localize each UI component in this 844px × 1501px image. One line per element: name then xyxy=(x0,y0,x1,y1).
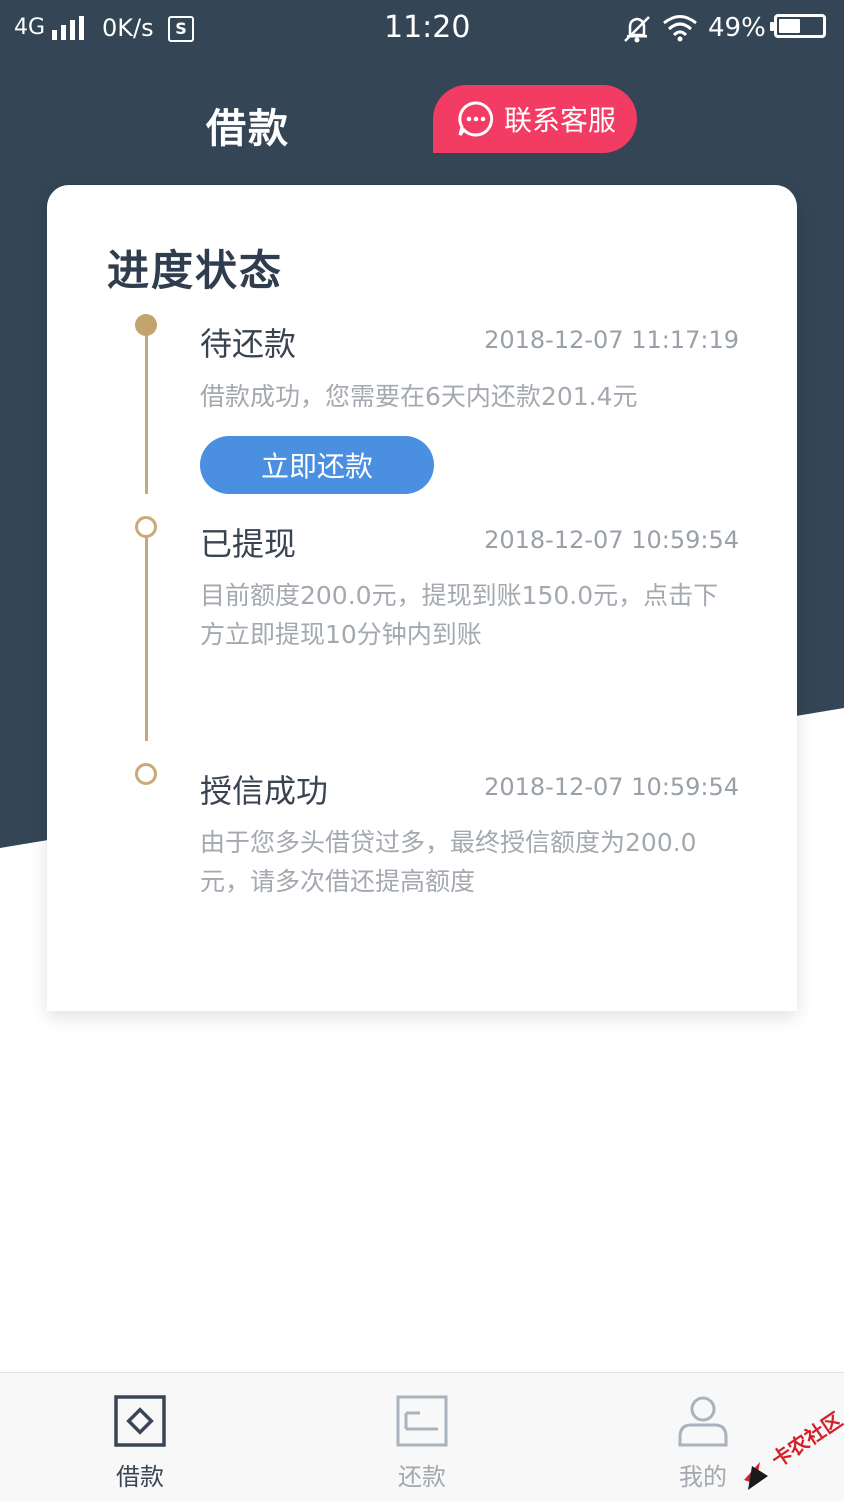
network-type: 4G xyxy=(14,15,46,40)
step-desc: 借款成功，您需要在6天内还款201.4元 xyxy=(200,382,638,411)
contact-service-label: 联系客服 xyxy=(504,104,617,137)
status-bar: 4G 0K/s S 11:20 49% xyxy=(0,0,844,58)
wifi-icon xyxy=(662,14,698,50)
timeline-dot-current xyxy=(135,314,157,336)
tab-label: 借款 xyxy=(116,1463,164,1491)
step-title: 待还款 xyxy=(200,325,297,363)
progress-card: 进度状态 待还款 2018-12-07 11:17:19 借款成功，您需要在6天… xyxy=(47,185,797,1011)
battery-percent: 49% xyxy=(708,13,766,43)
timeline-line-1 xyxy=(145,332,148,494)
signal-icon xyxy=(52,16,86,48)
user-icon xyxy=(677,1395,729,1447)
diamond-square-icon xyxy=(114,1395,166,1447)
step-desc: 目前额度200.0元，提现到账150.0元，点击下方立即提现10分钟内到账 xyxy=(200,581,719,649)
timeline-dot xyxy=(135,516,157,538)
tab-label: 还款 xyxy=(398,1463,446,1491)
tab-bar: 借款 还款 我的 xyxy=(0,1372,844,1501)
step-title: 授信成功 xyxy=(200,772,329,810)
step-title: 已提现 xyxy=(200,525,297,563)
step-time: 2018-12-07 10:59:54 xyxy=(484,526,739,554)
bill-icon xyxy=(396,1395,448,1447)
sim-icon: S xyxy=(168,16,194,42)
step-time: 2018-12-07 11:17:19 xyxy=(484,326,739,354)
network-speed: 0K/s xyxy=(102,14,154,42)
contact-service-button[interactable]: 联系客服 xyxy=(433,85,637,153)
bell-off-icon xyxy=(622,14,652,52)
tab-borrow[interactable]: 借款 xyxy=(40,1373,240,1501)
tab-repay[interactable]: 还款 xyxy=(322,1373,522,1501)
repay-now-button[interactable]: 立即还款 xyxy=(200,436,434,494)
chat-bubble-icon xyxy=(457,100,495,138)
step-time: 2018-12-07 10:59:54 xyxy=(484,773,739,801)
clock: 11:20 xyxy=(384,10,471,45)
step-desc: 由于您多头借贷过多，最终授信额度为200.0元，请多次借还提高额度 xyxy=(200,828,697,896)
timeline-dot xyxy=(135,763,157,785)
card-title: 进度状态 xyxy=(107,246,284,295)
battery-icon xyxy=(770,14,826,38)
timeline-line-2 xyxy=(145,537,148,741)
page-title: 借款 xyxy=(206,106,290,152)
